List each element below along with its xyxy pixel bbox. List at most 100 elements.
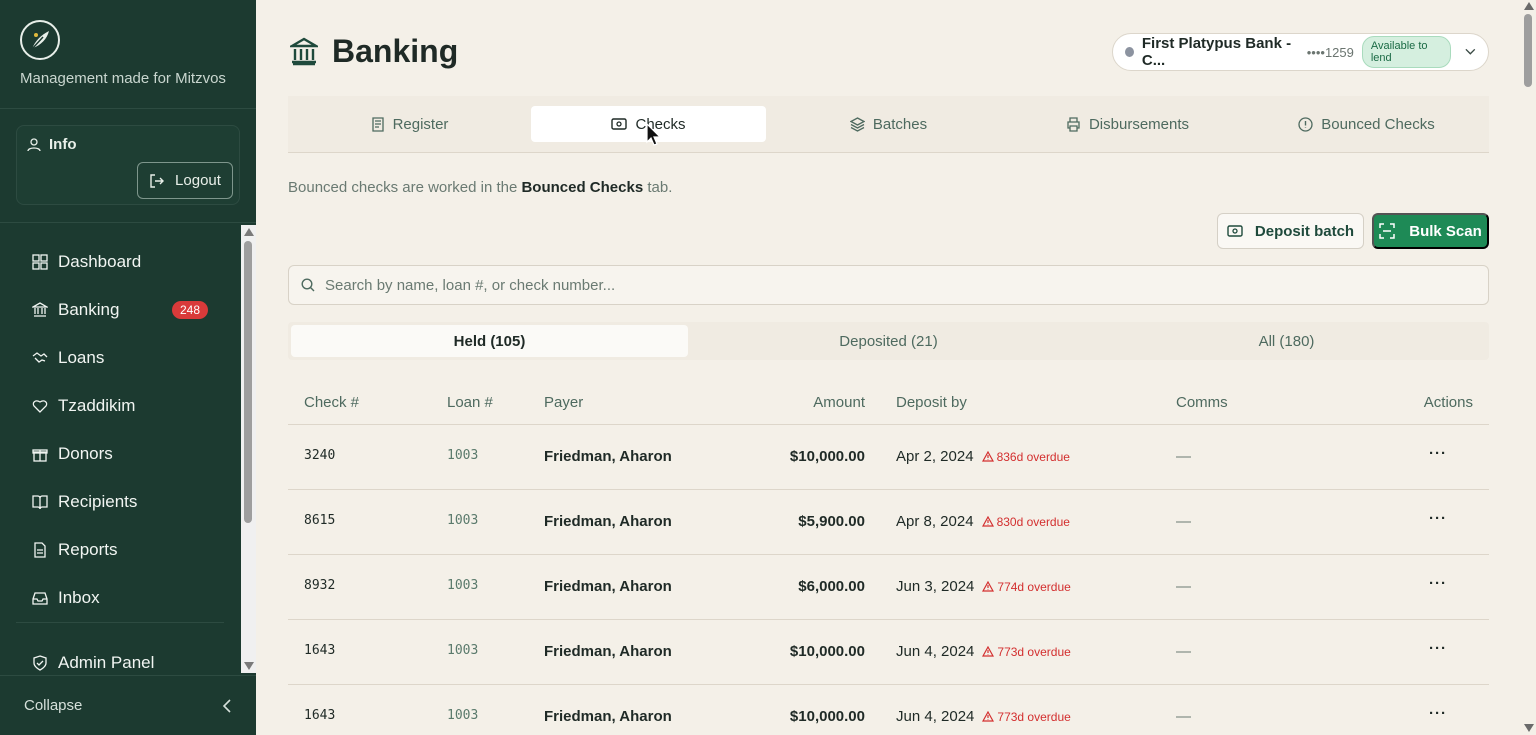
sidebar-item-inbox[interactable]: Inbox <box>0 574 240 622</box>
page-scrollbar[interactable] <box>1521 0 1536 735</box>
overdue-badge: 773d overdue <box>982 710 1071 724</box>
amount: $5,900.00 <box>798 513 865 530</box>
column-header[interactable]: Payer <box>544 394 583 411</box>
sidebar-item-tzaddikim[interactable]: Tzaddikim <box>0 382 240 430</box>
page-title-text: Banking <box>332 33 459 69</box>
more-actions-button[interactable]: ··· <box>1429 575 1447 592</box>
banking-tabs: Register Checks Batches Disbursements Bo… <box>288 96 1489 153</box>
warning-icon <box>982 581 995 592</box>
scroll-down-icon[interactable] <box>1524 724 1534 732</box>
tab-label: Bounced Checks <box>1321 115 1435 133</box>
sidebar-item-recipients[interactable]: Recipients <box>0 478 240 526</box>
column-header[interactable]: Deposit by <box>896 394 967 411</box>
check-icon <box>1227 225 1243 237</box>
column-header[interactable]: Check # <box>304 394 359 411</box>
warning-icon <box>981 451 994 462</box>
more-actions-button[interactable]: ··· <box>1429 445 1447 462</box>
table-row[interactable]: 3240 1003 Friedman, Aharon $10,000.00 Ap… <box>288 425 1489 490</box>
check-number: 1643 <box>304 708 336 723</box>
sidebar-item-label: Dashboard <box>58 252 142 271</box>
search-input[interactable] <box>325 276 1425 294</box>
deposit-batch-button[interactable]: Deposit batch <box>1217 213 1364 249</box>
column-header[interactable]: Comms <box>1176 394 1228 411</box>
tab-batches[interactable]: Batches <box>766 106 1011 142</box>
chevron-down-icon <box>1465 48 1476 55</box>
chevron-left-icon <box>222 698 231 713</box>
note-text: tab. <box>643 179 673 196</box>
sidebar-item-banking[interactable]: Banking 248 <box>0 286 240 334</box>
overdue-badge: 773d overdue <box>982 645 1071 659</box>
loan-number-link[interactable]: 1003 <box>447 578 478 593</box>
more-actions-button[interactable]: ··· <box>1429 640 1447 657</box>
bulk-scan-button[interactable]: Bulk Scan <box>1372 213 1489 249</box>
payer-name: Friedman, Aharon <box>544 513 672 530</box>
amount: $10,000.00 <box>789 708 865 725</box>
info-link[interactable]: Info <box>27 136 77 153</box>
check-number: 3240 <box>304 448 336 463</box>
printer-icon <box>1067 116 1080 132</box>
table-row[interactable]: 8932 1003 Friedman, Aharon $6,000.00 Jun… <box>288 555 1489 620</box>
note-text: Bounced checks are worked in the <box>288 179 522 196</box>
table-row[interactable]: 8615 1003 Friedman, Aharon $5,900.00 Apr… <box>288 490 1489 555</box>
payer-name: Friedman, Aharon <box>544 578 672 595</box>
scroll-down-icon[interactable] <box>244 662 254 670</box>
check-number: 1643 <box>304 643 336 658</box>
column-header[interactable]: Amount <box>813 394 865 411</box>
column-header[interactable]: Loan # <box>447 394 493 411</box>
sidebar-item-donors[interactable]: Donors <box>0 430 240 478</box>
more-actions-button[interactable]: ··· <box>1429 510 1447 527</box>
check-number: 8932 <box>304 578 336 593</box>
loan-number-link[interactable]: 1003 <box>447 708 478 723</box>
sidebar-item-label: Recipients <box>58 492 138 511</box>
sidebar-item-label: Donors <box>58 444 113 463</box>
scroll-up-icon[interactable] <box>1524 2 1534 10</box>
subtab-deposited[interactable]: Deposited (21) <box>690 325 1087 357</box>
account-selector[interactable]: First Platypus Bank - C... ••••1259 Avai… <box>1112 33 1489 71</box>
overdue-badge: 774d overdue <box>982 580 1071 594</box>
tab-disbursements[interactable]: Disbursements <box>1011 106 1244 142</box>
deposit-date: Jun 4, 2024 <box>896 643 975 660</box>
deposit-by: Jun 3, 2024 774d overdue <box>896 578 1071 595</box>
sidebar-scrollbar[interactable] <box>241 225 256 673</box>
column-header: Actions <box>1423 394 1473 411</box>
shield-check-icon <box>33 655 47 671</box>
comms: — <box>1176 708 1191 725</box>
app-tagline: Management made for Mitzvos <box>20 70 226 87</box>
sidebar-nav: Dashboard Banking 248 Loans Tzaddikim Do… <box>0 238 240 622</box>
scrollbar-thumb[interactable] <box>244 241 252 523</box>
deposit-by: Jun 4, 2024 773d overdue <box>896 708 1071 725</box>
sidebar-item-loans[interactable]: Loans <box>0 334 240 382</box>
payer-name: Friedman, Aharon <box>544 643 672 660</box>
logout-button[interactable]: Logout <box>137 162 233 199</box>
mouse-cursor-icon <box>646 123 662 146</box>
comms: — <box>1176 643 1191 660</box>
search-box <box>288 265 1489 305</box>
sidebar-item-label: Admin Panel <box>58 653 155 672</box>
logo[interactable] <box>20 20 60 60</box>
check-icon <box>611 118 628 130</box>
more-actions-button[interactable]: ··· <box>1429 705 1447 722</box>
sidebar-item-reports[interactable]: Reports <box>0 526 240 574</box>
leaf-logo-icon <box>31 31 49 50</box>
account-name: First Platypus Bank - C... <box>1141 35 1292 69</box>
scrollbar-thumb[interactable] <box>1524 14 1532 87</box>
sidebar-item-dashboard[interactable]: Dashboard <box>0 238 240 286</box>
heart-hand-icon <box>32 400 48 413</box>
subtab-all[interactable]: All (180) <box>1088 325 1485 357</box>
loan-number-link[interactable]: 1003 <box>447 513 478 528</box>
divider <box>0 222 256 223</box>
tab-bounced-checks[interactable]: Bounced Checks <box>1244 106 1489 142</box>
table-row[interactable]: 1643 1003 Friedman, Aharon $10,000.00 Ju… <box>288 620 1489 685</box>
bank-icon <box>32 302 48 317</box>
loan-number-link[interactable]: 1003 <box>447 448 478 463</box>
bounced-checks-note: Bounced checks are worked in the Bounced… <box>288 179 672 196</box>
loan-number-link[interactable]: 1003 <box>447 643 478 658</box>
scroll-up-icon[interactable] <box>244 228 254 236</box>
tab-register[interactable]: Register <box>288 106 531 142</box>
subtab-held[interactable]: Held (105) <box>291 325 688 357</box>
book-icon <box>32 495 48 510</box>
table-row[interactable]: 1643 1003 Friedman, Aharon $10,000.00 Ju… <box>288 685 1489 735</box>
sidebar: Management made for Mitzvos Info Logout … <box>0 0 256 735</box>
collapse-button[interactable]: Collapse <box>0 675 256 735</box>
inbox-icon <box>32 592 48 605</box>
